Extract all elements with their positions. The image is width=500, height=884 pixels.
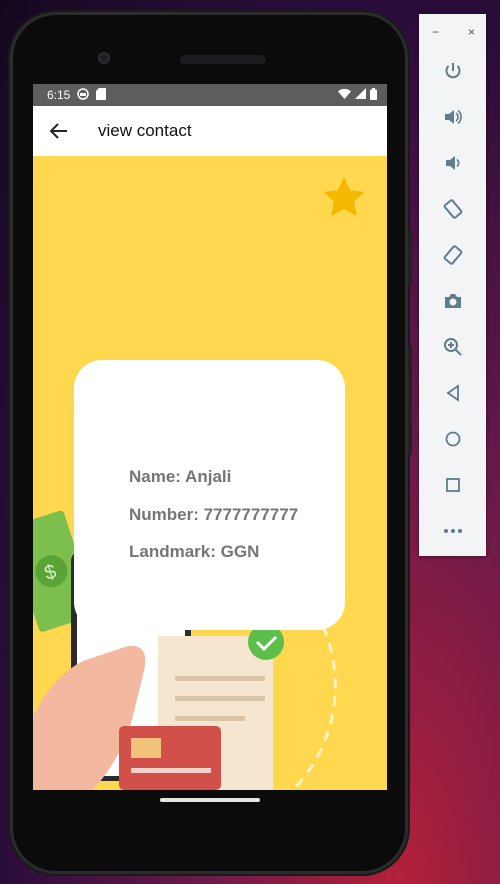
home-gesture-handle[interactable] [160,798,260,802]
volume-up-icon [444,109,462,125]
sd-card-icon [96,87,107,103]
minimize-button[interactable]: − [432,25,439,39]
power-icon [445,63,460,79]
rotate-left-button[interactable] [419,189,486,229]
app-bar: view contact [33,106,387,156]
wifi-icon [338,88,351,102]
back-icon [445,384,459,402]
status-time: 6:15 [47,88,71,102]
overview-icon [445,478,460,492]
contact-number: Number: 7777777777 [129,505,299,524]
volume-down-icon [445,156,459,170]
notification-icon [77,87,90,103]
earpiece-speaker [180,55,266,64]
back-button[interactable] [39,111,79,151]
battery-icon [370,87,377,103]
more-options-button[interactable] [419,511,486,551]
status-bar: 6:15 [33,84,387,106]
close-button[interactable]: × [468,25,475,39]
rotate-right-button[interactable] [419,235,486,275]
zoom-icon [443,338,462,356]
star-icon [323,177,365,216]
power-side-button [408,230,412,286]
favorite-star-button[interactable] [320,175,368,226]
contact-card: Name: Anjali Number: 7777777777 Landmark… [74,360,345,630]
zoom-button[interactable] [419,327,486,367]
gesture-nav-bar [33,790,387,812]
screenshot-icon [444,294,461,308]
more-icon [443,529,462,533]
nav-overview-button[interactable] [419,465,486,505]
page-title: view contact [98,121,192,140]
power-button[interactable] [419,51,486,91]
nav-back-button[interactable] [419,373,486,413]
emulator-toolbar: − × [419,14,486,556]
volume-side-button [408,345,412,455]
arrow-back-icon [50,123,67,139]
volume-down-button[interactable] [419,143,486,183]
app-screen: 6:15 view contact $ Name: Anjali Number:… [33,84,387,790]
volume-up-button[interactable] [419,97,486,137]
cell-signal-icon [355,88,366,102]
rotate-left-icon [443,199,462,219]
home-icon [445,431,460,447]
front-camera [98,52,110,64]
screenshot-button[interactable] [419,281,486,321]
rotate-right-icon [443,245,462,265]
nav-home-button[interactable] [419,419,486,459]
contact-landmark: Landmark: GGN [129,542,260,561]
contact-name: Name: Anjali [129,467,232,486]
